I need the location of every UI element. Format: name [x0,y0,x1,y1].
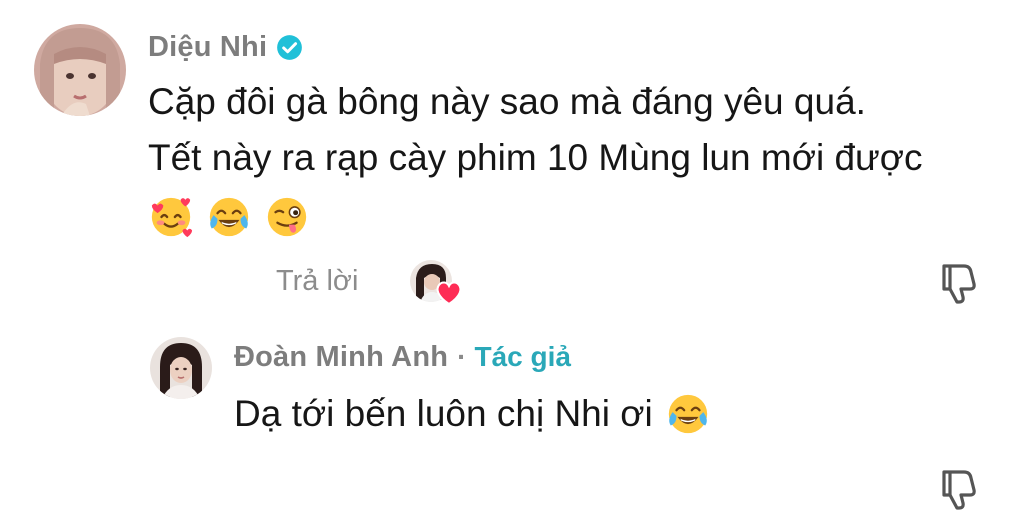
dislike-icon[interactable] [934,464,982,512]
verified-badge-icon [276,34,303,61]
heart-icon [434,278,464,306]
face-with-tears-of-joy-icon [665,391,711,437]
reply-text: Dạ tới bến luôn chị Nhi ơi [234,393,653,434]
commenter-avatar[interactable] [34,24,126,116]
author-badge: Tác giả [474,341,571,372]
smiling-face-with-hearts-icon [148,194,194,240]
reply-header: Đoàn Minh Anh · Tác giả [234,336,571,378]
dislike-icon[interactable] [934,258,982,306]
comment-line: Cặp đôi gà bông này sao mà đáng yêu quá. [148,81,866,122]
reply-line: Dạ tới bến luôn chị Nhi ơi [234,386,711,442]
reply-button[interactable]: Trả lời [276,260,358,302]
commenter-name[interactable]: Diệu Nhi [148,31,267,64]
comment-body: Cặp đôi gà bông này sao mà đáng yêu quá.… [148,74,923,248]
liked-by-creator [410,260,466,306]
face-with-tears-of-joy-icon [206,194,252,240]
comment-line: Tết này ra rạp cày phim 10 Mùng lun mới … [148,137,923,178]
separator-dot: · [457,341,467,372]
replier-name[interactable]: Đoàn Minh Anh [234,341,448,374]
reply-body: Dạ tới bến luôn chị Nhi ơi [234,386,711,442]
comment-header: Diệu Nhi [148,28,303,66]
comment-thread: Diệu Nhi Cặp đôi gà bông này sao mà đáng… [0,0,1024,528]
winking-face-with-tongue-icon [264,194,310,240]
comment-emojis [148,186,923,248]
replier-avatar[interactable] [150,337,212,399]
